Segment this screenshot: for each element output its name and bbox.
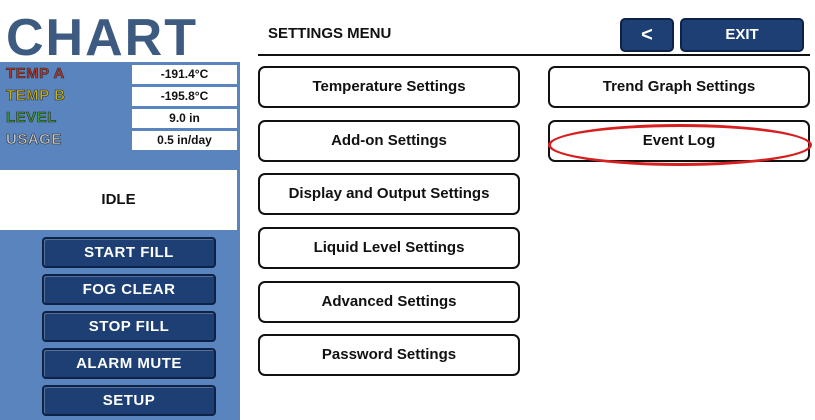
reading-usage: USAGE 0.5 in/day — [0, 130, 240, 151]
reading-level: LEVEL 9.0 in — [0, 108, 240, 129]
reading-label: LEVEL — [6, 109, 57, 127]
chart-logo: CHART — [6, 9, 198, 67]
temperature-settings-button[interactable]: Temperature Settings — [258, 66, 520, 108]
logo-area: CHART — [0, 9, 250, 67]
status-display: IDLE — [0, 170, 240, 230]
liquid-level-settings-button[interactable]: Liquid Level Settings — [258, 227, 520, 269]
page-title: SETTINGS MENU — [268, 25, 392, 42]
reading-value: 9.0 in — [132, 109, 237, 128]
reading-temp-a: TEMP A -191.4°C — [0, 64, 240, 85]
stop-fill-button[interactable]: STOP FILL — [42, 311, 216, 342]
reading-value: -191.4°C — [132, 65, 237, 84]
reading-label: TEMP B — [6, 87, 66, 105]
exit-button[interactable]: EXIT — [680, 18, 804, 52]
reading-value: -195.8°C — [132, 87, 237, 106]
add-on-settings-button[interactable]: Add-on Settings — [258, 120, 520, 162]
back-button[interactable]: < — [620, 18, 674, 52]
reading-temp-b: TEMP B -195.8°C — [0, 86, 240, 107]
fog-clear-button[interactable]: FOG CLEAR — [42, 274, 216, 305]
trend-graph-settings-button[interactable]: Trend Graph Settings — [548, 66, 810, 108]
start-fill-button[interactable]: START FILL — [42, 237, 216, 268]
advanced-settings-button[interactable]: Advanced Settings — [258, 281, 520, 323]
alarm-mute-button[interactable]: ALARM MUTE — [42, 348, 216, 379]
header-divider — [258, 54, 810, 56]
password-settings-button[interactable]: Password Settings — [258, 334, 520, 376]
reading-label: TEMP A — [6, 65, 65, 83]
setup-button[interactable]: SETUP — [42, 385, 216, 416]
reading-value: 0.5 in/day — [132, 131, 237, 150]
reading-label: USAGE — [6, 131, 62, 149]
display-output-settings-button[interactable]: Display and Output Settings — [258, 173, 520, 215]
event-log-button[interactable]: Event Log — [548, 120, 810, 162]
